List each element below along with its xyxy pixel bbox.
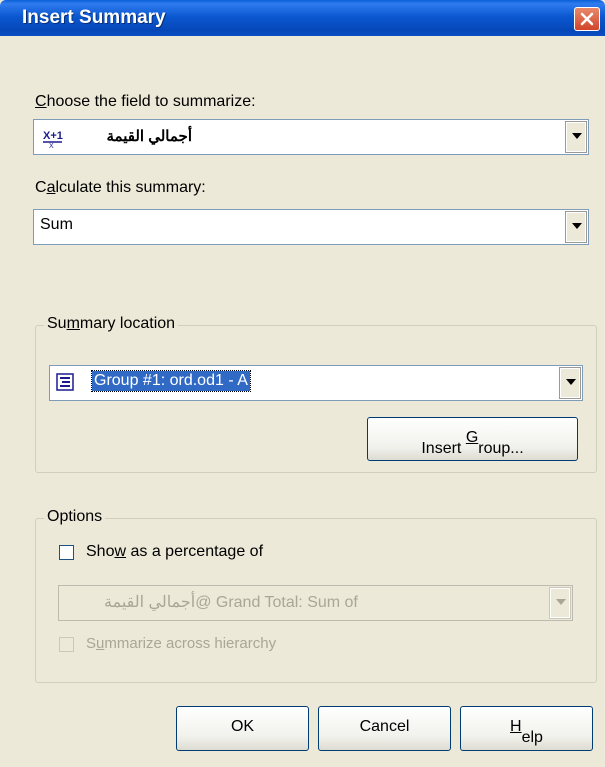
cancel-label: Cancel — [359, 718, 410, 735]
cancel-button[interactable]: Cancel — [318, 706, 451, 751]
calc-combo[interactable]: Sum — [33, 209, 589, 245]
formula-field-icon: X+1 X — [43, 130, 63, 148]
percentage-dropdown-arrow — [549, 587, 571, 619]
group-icon — [56, 373, 74, 391]
calc-dropdown-arrow[interactable] — [565, 211, 587, 243]
svg-text:X+1: X+1 — [43, 130, 63, 142]
location-label-text: mary location — [79, 315, 176, 332]
help-button[interactable]: Help — [460, 706, 593, 751]
calc-value: Sum — [40, 216, 73, 233]
show-pct-pre: Sho — [86, 543, 115, 560]
insert-group-post: roup... — [478, 440, 524, 457]
field-value-wrap: أجمالي القيمة — [42, 127, 193, 146]
across-pre: S — [86, 635, 97, 652]
help-label: Help — [510, 718, 543, 746]
options-label: Options — [44, 508, 106, 526]
percentage-combo: Grand Total: Sum of @أجمالي القيمة — [58, 585, 573, 621]
summarize-hierarchy-checkbox — [59, 637, 74, 652]
title-bar: Insert Summary — [0, 0, 605, 36]
field-dropdown-arrow[interactable] — [565, 121, 587, 153]
field-value: أجمالي القيمة — [106, 128, 193, 145]
help-accesskey: H — [510, 718, 522, 735]
insert-group-pre: Insert — [421, 440, 466, 457]
show-percentage-label: Show as a percentage of — [86, 543, 263, 561]
calc-label-text: lculate this summary: — [55, 179, 206, 196]
insert-group-label: Insert Group... — [421, 429, 523, 457]
location-dropdown-arrow[interactable] — [559, 367, 581, 399]
svg-text:X: X — [49, 143, 54, 148]
insert-group-button[interactable]: Insert Group... — [367, 417, 578, 461]
show-pct-post: as a percentage of — [126, 543, 264, 560]
location-combo[interactable]: Group #1: ord.od1 - A — [49, 365, 583, 401]
field-label: Choose the field to summarize: — [35, 93, 256, 111]
field-label-accesskey: C — [35, 93, 47, 110]
calc-label: Calculate this summary: — [35, 179, 206, 197]
summary-location-label: Summary location — [44, 315, 179, 333]
insert-group-accesskey: G — [465, 429, 479, 446]
percentage-value-text: Grand Total: Sum of @أجمالي القيمة — [104, 594, 358, 611]
across-post: mmarize across hierarchy — [104, 635, 277, 652]
percentage-value: Grand Total: Sum of @أجمالي القيمة — [104, 592, 358, 612]
field-combo[interactable]: أجمالي القيمة X+1 X — [33, 119, 589, 155]
location-label-pre: Su — [47, 315, 67, 332]
ok-label: OK — [230, 718, 255, 735]
field-label-text: hoose the field to summarize: — [46, 93, 256, 110]
show-percentage-checkbox[interactable] — [59, 545, 74, 560]
location-value: Group #1: ord.od1 - A — [91, 370, 251, 392]
location-label-accesskey: m — [66, 315, 80, 332]
show-pct-accesskey: w — [114, 543, 127, 560]
close-icon — [580, 12, 594, 26]
summarize-hierarchy-label: Summarize across hierarchy — [86, 635, 276, 652]
calc-label-pre: C — [35, 179, 47, 196]
window-title: Insert Summary — [22, 7, 166, 28]
close-button[interactable] — [574, 7, 600, 31]
ok-button[interactable]: OK — [176, 706, 309, 751]
help-post: elp — [521, 729, 543, 746]
